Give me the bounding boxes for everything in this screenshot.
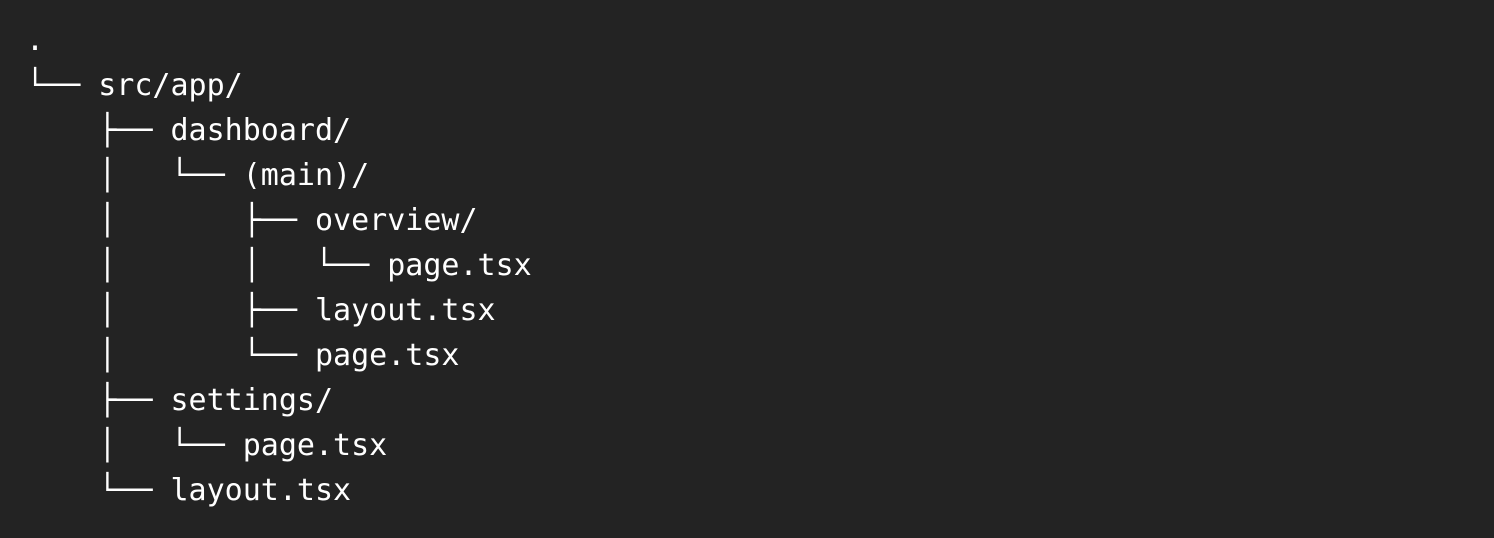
tree-file: │ ├── layout.tsx [26,288,1494,333]
tree-entry-overview-page: page.tsx [387,248,532,283]
tree-branch: │ ├── [26,293,315,328]
tree-branch: ├── [26,383,171,418]
tree-folder: └── src/app/ [26,63,1494,108]
tree-entry-main-layout: layout.tsx [314,293,496,328]
directory-tree: . └── src/app/ ├── dashboard/ │ └── (mai… [26,18,1494,513]
tree-root: . [26,18,1494,63]
tree-branch: └── [26,68,99,103]
tree-entry-app-layout: layout.tsx [170,473,352,508]
tree-entry-main-group: (main)/ [242,158,370,193]
tree-branch: │ └── [26,338,315,373]
tree-folder: │ └── (main)/ [26,153,1494,198]
tree-file: │ │ └── page.tsx [26,243,1494,288]
tree-entry-main-page: page.tsx [314,338,460,373]
tree-entry-settings-page: page.tsx [242,428,388,463]
tree-branch: │ ├── [26,203,315,238]
code-block: . └── src/app/ ├── dashboard/ │ └── (mai… [0,0,1494,538]
tree-entry-src-app: src/app/ [98,68,243,103]
tree-branch: └── [26,473,171,508]
tree-entry-settings: settings/ [170,383,334,418]
tree-file: │ └── page.tsx [26,333,1494,378]
tree-entry-overview: overview/ [314,203,478,238]
tree-folder: │ ├── overview/ [26,198,1494,243]
tree-folder: ├── settings/ [26,378,1494,423]
tree-file: └── layout.tsx [26,468,1494,513]
tree-folder: ├── dashboard/ [26,108,1494,153]
tree-file: │ └── page.tsx [26,423,1494,468]
tree-branch: │ │ └── [26,248,388,283]
tree-entry-dashboard: dashboard/ [170,113,352,148]
tree-branch: │ └── [26,158,243,193]
tree-branch: │ └── [26,428,243,463]
tree-branch: ├── [26,113,171,148]
tree-entry-root: . [26,23,45,58]
